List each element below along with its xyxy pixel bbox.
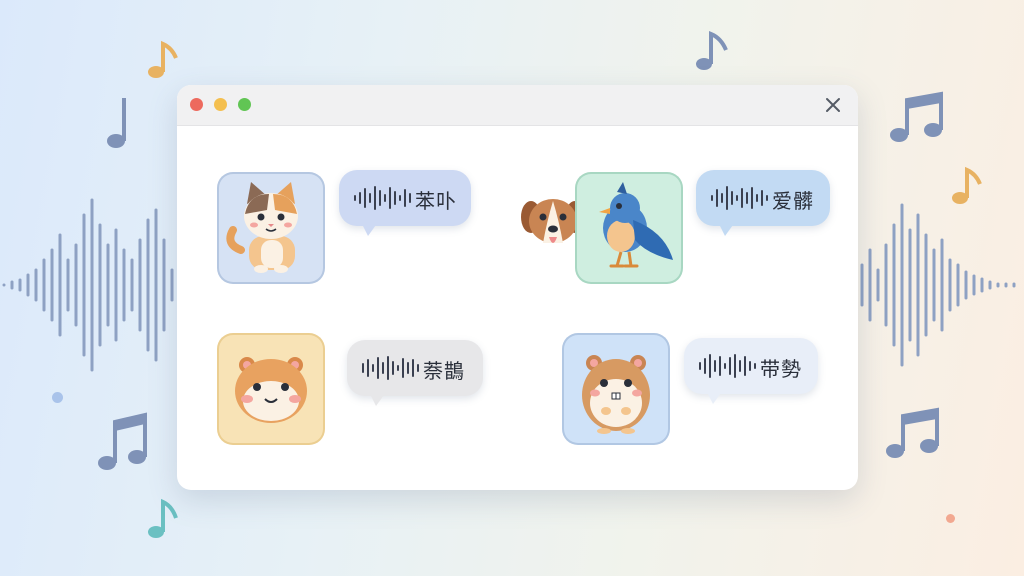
sound-bubble[interactable]: 苯卟	[339, 170, 471, 245]
sound-wave-icon	[362, 356, 419, 380]
music-note-icon	[148, 498, 178, 538]
app-window: 苯卟 爱髒 萘鵲 带勢	[177, 85, 858, 490]
dot-decoration	[946, 514, 955, 523]
sound-wave-icon	[711, 186, 768, 210]
sound-bubble[interactable]: 爱髒	[696, 170, 830, 245]
close-window-light[interactable]	[190, 98, 203, 111]
dot-decoration	[52, 392, 63, 403]
sound-bubble[interactable]: 萘鵲	[347, 340, 483, 415]
hamster-tile[interactable]	[562, 333, 670, 445]
sound-text: 带勢	[760, 357, 802, 381]
bird-tile[interactable]	[575, 172, 683, 284]
minimize-window-light[interactable]	[214, 98, 227, 111]
title-bar	[177, 85, 858, 126]
sound-wave-icon	[699, 354, 756, 378]
hamster-tile[interactable]	[217, 333, 325, 445]
close-icon[interactable]	[822, 94, 844, 116]
music-note-icon	[107, 98, 126, 148]
hamster-icon	[235, 357, 307, 423]
sound-bubble[interactable]: 带勢	[684, 338, 818, 413]
bird-icon	[599, 182, 673, 268]
sound-text: 苯卟	[415, 189, 457, 213]
sound-wave-icon	[354, 186, 411, 210]
music-note-icon	[886, 407, 939, 458]
cat-tile[interactable]	[217, 172, 325, 284]
music-note-icon	[890, 91, 943, 142]
music-note-icon	[952, 166, 982, 204]
sound-text: 萘鵲	[423, 359, 465, 383]
sound-wave-icon	[2, 198, 174, 372]
music-note-icon	[148, 40, 178, 78]
music-note-icon	[696, 31, 728, 70]
cat-icon	[226, 182, 298, 273]
music-note-icon	[98, 412, 147, 470]
zoom-window-light[interactable]	[238, 98, 251, 111]
hamster-icon	[582, 355, 650, 434]
sound-text: 爱髒	[772, 189, 814, 213]
sound-wave-icon	[860, 203, 1016, 367]
